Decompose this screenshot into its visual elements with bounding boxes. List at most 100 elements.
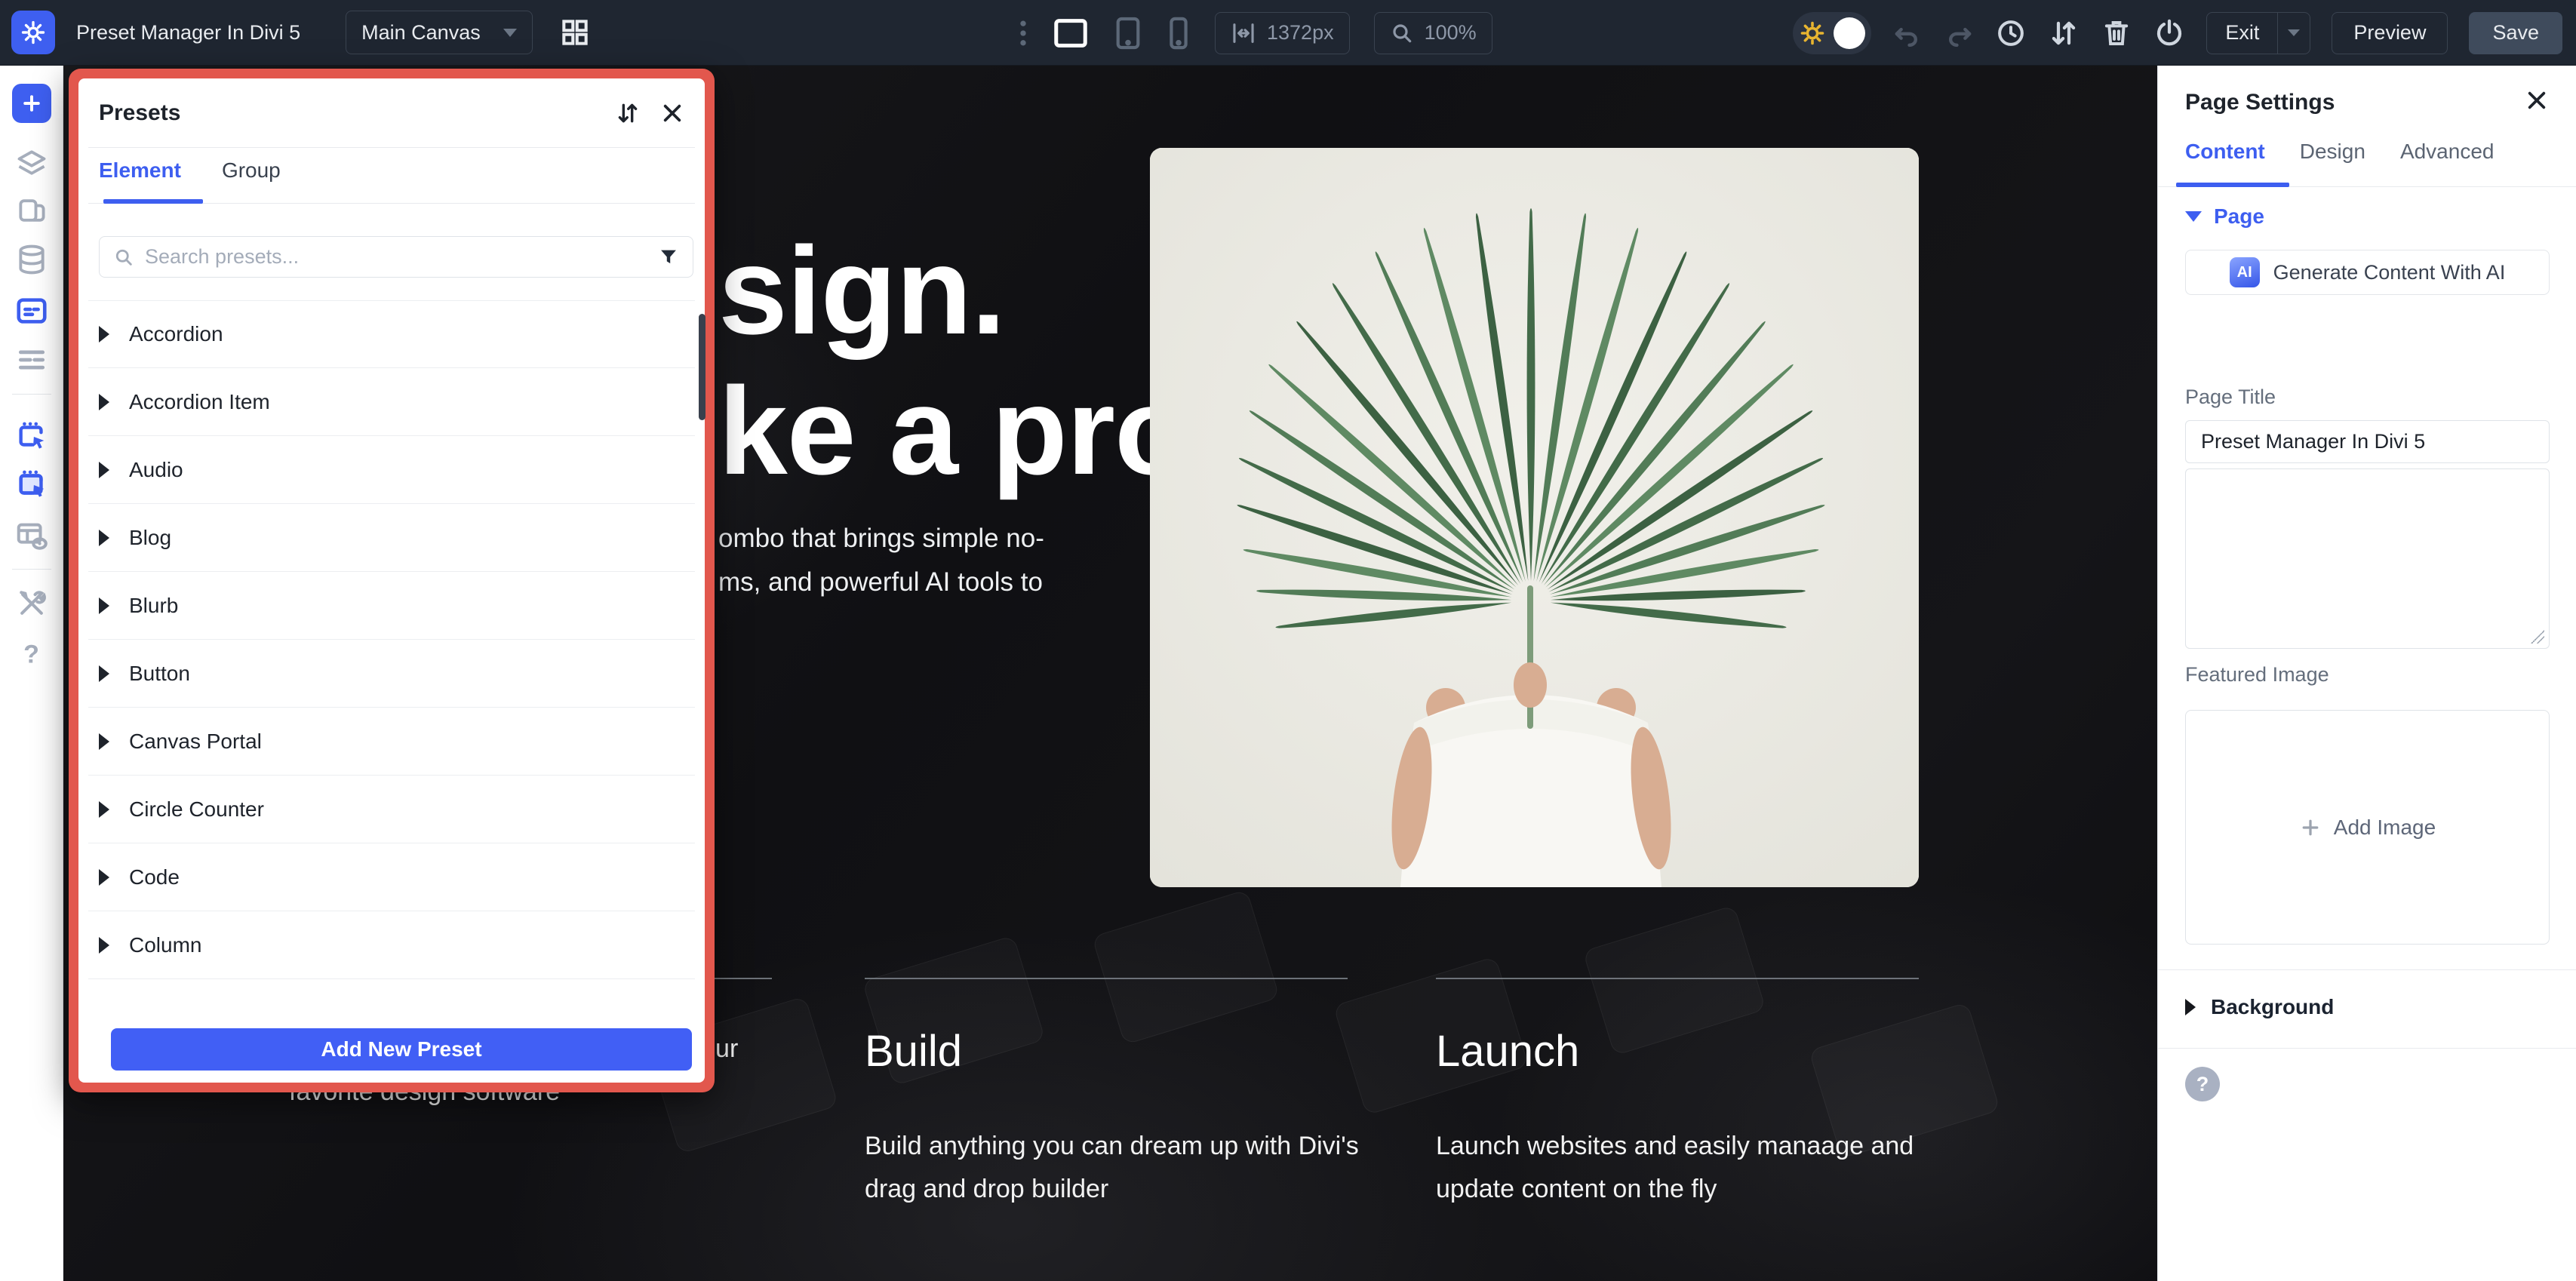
plus-icon — [20, 92, 43, 115]
left-sidebar: ? — [0, 66, 63, 1281]
database-icon[interactable] — [15, 243, 48, 276]
section-divider — [2158, 1048, 2576, 1049]
presets-tabs: Element Group — [88, 148, 695, 204]
list-item-accordion-item[interactable]: Accordion Item — [88, 368, 695, 436]
trash-icon[interactable] — [2101, 17, 2132, 49]
exit-button[interactable]: Exit — [2206, 12, 2310, 54]
hero-paragraph-line1: ombo that brings simple no- — [718, 517, 1044, 561]
tab-advanced[interactable]: Advanced — [2400, 140, 2495, 164]
sidebar-divider — [12, 569, 51, 570]
width-arrows-icon — [1231, 20, 1256, 46]
chevron-right-icon — [2185, 999, 2196, 1015]
chevron-right-icon — [99, 665, 109, 682]
save-button[interactable]: Save — [2469, 12, 2562, 54]
list-item-accordion[interactable]: Accordion — [88, 300, 695, 368]
page-title: Preset Manager In Divi 5 — [76, 21, 300, 45]
tablet-view-button[interactable] — [1114, 16, 1142, 51]
zoom-field[interactable]: 100% — [1374, 12, 1492, 54]
templates-icon[interactable] — [15, 194, 48, 227]
help-icon[interactable]: ? — [23, 640, 39, 670]
chevron-right-icon — [99, 801, 109, 818]
preview-label: Preview — [2353, 21, 2426, 45]
close-icon[interactable] — [660, 101, 684, 125]
preview-button[interactable]: Preview — [2332, 12, 2448, 54]
chevron-right-icon — [99, 597, 109, 614]
history-icon[interactable] — [1995, 17, 2027, 49]
visibility-manager-icon[interactable] — [14, 518, 49, 553]
click-mode-icon[interactable] — [14, 419, 49, 453]
help-button[interactable]: ? — [2185, 1067, 2220, 1101]
list-item-canvas-portal[interactable]: Canvas Portal — [88, 708, 695, 776]
presets-panel-header: Presets — [88, 78, 695, 148]
active-tab-underline — [103, 199, 203, 204]
zoom-magnifier-icon — [1390, 21, 1414, 45]
tools-icon[interactable] — [15, 587, 48, 620]
list-item-circle-counter[interactable]: Circle Counter — [88, 776, 695, 843]
zoom-value: 100% — [1425, 21, 1477, 45]
column-text: Build anything you can dream up with Div… — [865, 1125, 1363, 1211]
save-label: Save — [2492, 21, 2539, 45]
featured-image-dropzone[interactable]: Add Image — [2185, 710, 2550, 945]
list-item-blurb[interactable]: Blurb — [88, 572, 695, 640]
top-bar: Preset Manager In Divi 5 Main Canvas — [0, 0, 2576, 66]
background-section-toggle[interactable]: Background — [2185, 995, 2334, 1019]
portability-icon[interactable] — [2153, 17, 2185, 49]
tab-element[interactable]: Element — [99, 158, 181, 183]
scrollbar-thumb[interactable] — [699, 314, 705, 420]
canvas-selector[interactable]: Main Canvas — [346, 11, 533, 54]
column-divider — [865, 978, 1348, 979]
column-divider — [1436, 978, 1919, 979]
chevron-right-icon — [99, 394, 109, 410]
list-item-button[interactable]: Button — [88, 640, 695, 708]
generate-content-ai-button[interactable]: AI Generate Content With AI — [2185, 250, 2550, 295]
list-view-icon[interactable] — [15, 343, 48, 376]
hero-paragraph: ombo that brings simple no- ms, and powe… — [718, 517, 1044, 604]
hero-heading-line1: sign. — [718, 220, 1190, 361]
sort-arrows-icon[interactable] — [615, 100, 641, 126]
excerpt-field[interactable] — [2185, 468, 2550, 649]
person-hand — [1514, 662, 1547, 708]
presets-panel: Presets Element Group — [78, 78, 705, 1083]
feature-column: Build Build anything you can dream up wi… — [865, 978, 1363, 1211]
page-settings-title: Page Settings — [2185, 90, 2335, 115]
presets-panel-icon[interactable] — [14, 293, 49, 328]
column-heading: Launch — [1436, 1026, 1934, 1077]
list-item-audio[interactable]: Audio — [88, 436, 695, 504]
drag-handle-icon[interactable] — [1019, 17, 1028, 50]
grid-view-button[interactable] — [558, 16, 592, 49]
sort-arrows-icon[interactable] — [2048, 17, 2080, 49]
gear-icon — [20, 20, 46, 45]
resize-handle[interactable] — [2529, 628, 2544, 644]
list-item-code[interactable]: Code — [88, 843, 695, 911]
page-section-toggle[interactable]: Page — [2185, 204, 2264, 229]
plus-icon — [2299, 816, 2322, 839]
desktop-view-button[interactable] — [1052, 17, 1090, 50]
ai-icon: AI — [2230, 257, 2260, 287]
add-module-button[interactable] — [12, 84, 51, 123]
multi-select-mode-icon[interactable] — [14, 467, 49, 502]
redo-icon[interactable] — [1944, 18, 1974, 48]
hero-image-palm-leaf — [1150, 148, 1919, 887]
undo-icon[interactable] — [1892, 18, 1923, 48]
filter-icon[interactable] — [658, 247, 679, 268]
viewport-width-field[interactable]: 1372px — [1215, 12, 1350, 54]
chevron-down-icon — [2288, 29, 2300, 36]
theme-toggle[interactable] — [1793, 12, 1871, 54]
chevron-right-icon — [99, 326, 109, 343]
close-icon[interactable] — [2525, 88, 2549, 112]
layers-icon[interactable] — [15, 146, 48, 180]
tab-design[interactable]: Design — [2300, 140, 2365, 164]
tab-group[interactable]: Group — [222, 158, 281, 183]
search-input[interactable] — [145, 245, 647, 269]
exit-dropdown[interactable] — [2277, 13, 2310, 54]
section-divider — [2158, 969, 2576, 970]
phone-view-button[interactable] — [1167, 16, 1191, 51]
list-item-blog[interactable]: Blog — [88, 504, 695, 572]
divi-settings-button[interactable] — [11, 11, 55, 54]
tab-content[interactable]: Content — [2185, 140, 2265, 164]
add-new-preset-button[interactable]: Add New Preset — [111, 1028, 692, 1071]
feature-column: Launch Launch websites and easily manaag… — [1436, 978, 1934, 1211]
list-item-column[interactable]: Column — [88, 911, 695, 979]
page-title-input[interactable] — [2185, 420, 2550, 463]
page-title-label: Page Title — [2185, 386, 2276, 409]
